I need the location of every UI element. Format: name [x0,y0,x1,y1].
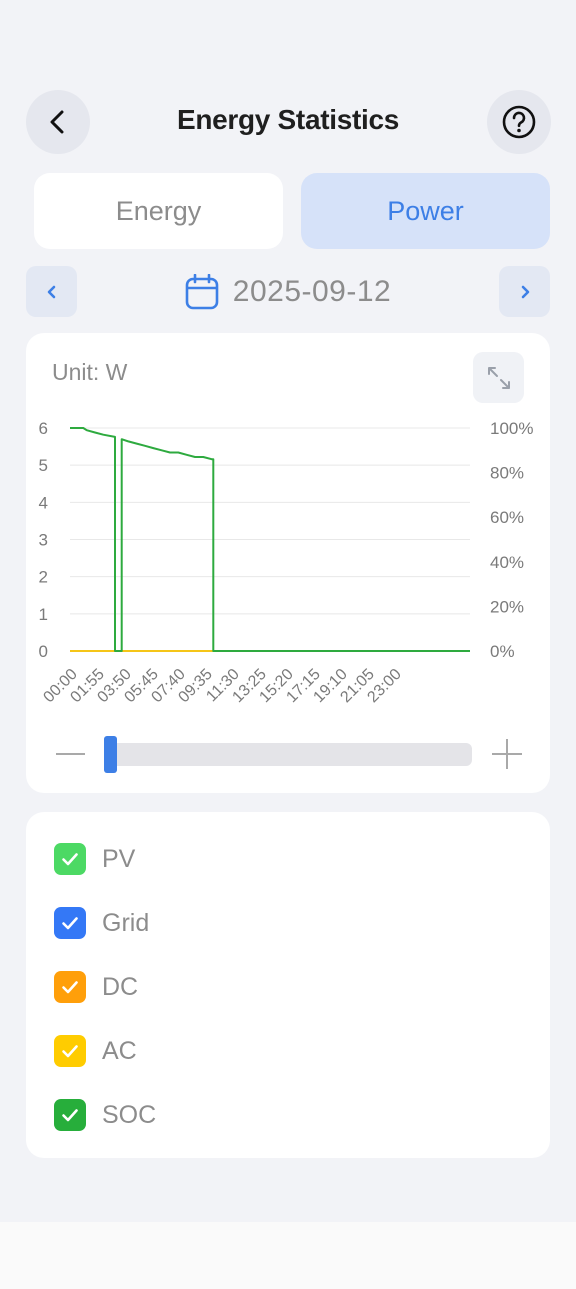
legend-item-ac[interactable]: AC [54,1034,137,1068]
tab-power[interactable]: Power [301,173,550,249]
chevron-left-icon [50,110,64,134]
slider-thumb[interactable] [104,736,117,773]
legend-item-soc[interactable]: SOC [54,1098,156,1132]
legend-label: Grid [102,908,150,937]
plus-icon-vertical [506,739,508,769]
y-left-tick-label: 3 [39,531,48,550]
checkbox-checked-icon[interactable] [54,971,86,1003]
bottom-safe-area [0,1222,576,1289]
slider-track[interactable] [108,743,472,766]
legend-label: SOC [102,1100,157,1129]
y-right-tick-label: 20% [490,597,524,616]
y-left-tick-label: 2 [39,568,48,587]
y-right-tick-label: 0% [490,642,515,661]
next-date-button[interactable] [499,266,550,317]
chevron-left-icon [47,285,55,298]
chevron-right-icon [521,285,529,298]
calendar-icon [185,274,219,310]
y-right-tick-label: 40% [490,553,524,572]
y-right-tick-label: 80% [490,464,524,483]
tab-power-label: Power [387,195,464,226]
checkbox-checked-icon[interactable] [54,1099,86,1131]
power-line-chart[interactable]: 01234560%20%40%60%80%100%00:0001:5503:50… [26,333,550,723]
zoom-slider[interactable] [26,733,550,777]
legend-item-pv[interactable]: PV [54,842,135,876]
checkbox-checked-icon[interactable] [54,1035,86,1067]
date-picker[interactable]: 2025-09-12 [150,272,426,312]
question-circle-icon [502,105,536,139]
date-label: 2025-09-12 [232,275,392,308]
page-title: Energy Statistics [176,104,400,135]
y-left-tick-label: 5 [39,456,48,475]
back-button[interactable] [26,90,90,154]
y-left-tick-label: 1 [39,605,48,624]
tab-energy[interactable]: Energy [34,173,283,249]
legend-label: DC [102,972,139,1001]
tab-energy-label: Energy [115,195,202,226]
minus-icon[interactable] [56,753,85,755]
legend-label: AC [102,1036,137,1065]
legend-item-dc[interactable]: DC [54,970,138,1004]
y-left-tick-label: 4 [39,493,48,512]
help-button[interactable] [487,90,551,154]
checkbox-checked-icon[interactable] [54,843,86,875]
checkbox-checked-icon[interactable] [54,907,86,939]
legend-label: PV [102,844,136,873]
y-left-tick-label: 0 [39,642,48,661]
y-right-tick-label: 100% [490,419,533,438]
legend-card: PV Grid DC AC SOC [26,812,550,1158]
y-left-tick-label: 6 [39,419,48,438]
prev-date-button[interactable] [26,266,77,317]
y-right-tick-label: 60% [490,508,524,527]
legend-item-grid[interactable]: Grid [54,906,149,940]
chart-card: Unit: W 0 1 2 3 4 5 6 0% 20% 40% 60% 80% 100% 00:00 01… [26,333,550,793]
